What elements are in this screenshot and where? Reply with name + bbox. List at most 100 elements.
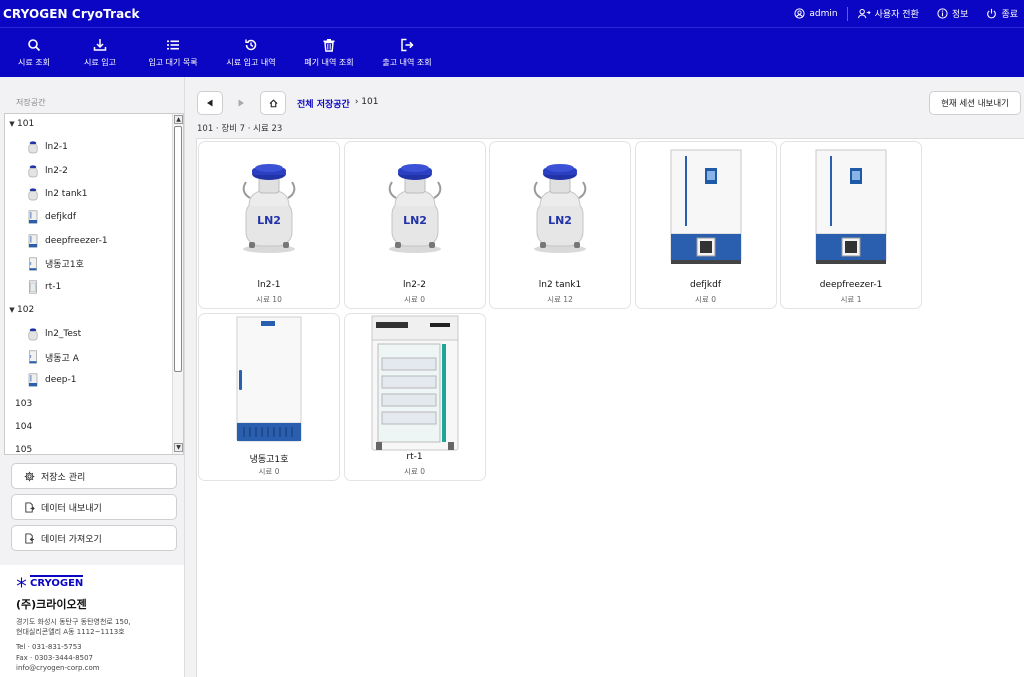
storage-manage-button[interactable]: 저장소 관리 (11, 463, 177, 489)
tree-device-node[interactable]: ln2_Test (27, 323, 81, 345)
freezer-icon (27, 350, 39, 364)
company-address: 경기도 화성시 동탄구 동탄영천로 150, 현대실리콘앨리 A동 1112~1… (16, 617, 184, 637)
disposal-history-button[interactable]: 폐기 내역 조회 (301, 28, 357, 68)
cabinet-icon (27, 280, 39, 294)
caret-down-icon[interactable]: ▼ (7, 306, 17, 314)
disposal-history-label: 폐기 내역 조회 (304, 58, 354, 67)
storage-tree: ▼ 101 ln2-1 ln2-2 ln2 tank1 defjkdf deepfreeze… (4, 113, 184, 455)
tree-device-node[interactable]: 냉동고1호 (27, 253, 84, 275)
breadcrumb-root[interactable]: 전체 저장공간 (297, 97, 350, 110)
deep-freezer-image (781, 142, 921, 274)
exit-button[interactable]: 종료 (977, 0, 1024, 27)
exit-label: 종료 (1001, 10, 1018, 20)
tree-device-node[interactable]: deep-1 (27, 369, 76, 391)
device-card[interactable]: rt-1 시료 0 (343, 313, 486, 481)
data-export-label: 데이터 내보내기 (41, 503, 102, 514)
tree-device-node[interactable]: ln2-2 (27, 160, 68, 182)
tree-device-node[interactable]: deepfreezer-1 (27, 230, 108, 252)
export-session-button[interactable]: 현재 세션 내보내기 (929, 91, 1021, 115)
tree-node-label: deep-1 (45, 375, 77, 386)
app-header: CRYOGEN CryoTrack admin 사용자 전환 정보 종료 (0, 0, 1024, 27)
device-name: 냉동고1호 (249, 455, 289, 465)
tree-room-node[interactable]: ▼ 102 (7, 299, 34, 321)
back-button[interactable] (197, 91, 223, 115)
sample-intake-label: 시료 입고 (84, 58, 116, 67)
tree-device-node[interactable]: rt-1 (27, 276, 61, 298)
device-sample-count: 시료 0 (404, 295, 425, 304)
intake-history-label: 시료 입고 내역 (226, 58, 276, 67)
switch-user-icon (857, 8, 871, 19)
freezer-icon (27, 257, 39, 271)
scroll-thumb[interactable] (174, 126, 182, 372)
tree-device-node[interactable]: ln2 tank1 (27, 183, 87, 205)
home-icon (269, 98, 277, 107)
ln2-tank-icon (27, 187, 39, 201)
logout-icon (401, 38, 414, 52)
sample-intake-button[interactable]: 시료 입고 (80, 28, 120, 68)
device-name: ln2-2 (403, 280, 426, 290)
release-history-button[interactable]: 출고 내역 조회 (379, 28, 435, 68)
home-button[interactable] (260, 91, 286, 115)
user-menu[interactable]: admin (785, 0, 846, 27)
tree-room-node[interactable]: 105 (7, 439, 33, 455)
tree-room-node[interactable]: 104 (7, 416, 32, 438)
ln2-tank-icon (27, 164, 39, 178)
address-line-2: 현대실리콘앨리 A동 1112~1113호 (16, 628, 125, 636)
device-card[interactable]: LN2 ln2-1 시료 10 (198, 141, 340, 309)
sample-search-button[interactable]: 시료 조회 (14, 28, 54, 68)
location-summary: 101 · 장비 7 · 시료 23 (197, 124, 283, 134)
user-name: admin (809, 8, 838, 19)
info-button[interactable]: 정보 (928, 0, 978, 27)
company-logo: CRYOGEN (16, 575, 184, 589)
tree-room-node[interactable]: ▼ 101 (7, 114, 34, 135)
tree-room-node[interactable]: 103 (7, 393, 32, 415)
svg-text:LN2: LN2 (403, 214, 427, 227)
device-card[interactable]: deepfreezer-1 시료 1 (780, 141, 922, 309)
tree-device-node[interactable]: ln2-1 (27, 136, 68, 158)
device-sample-count: 시료 0 (258, 467, 280, 476)
deep-freezer-image (636, 142, 776, 274)
address-line-1: 경기도 화성시 동탄구 동탄영천로 150, (16, 618, 131, 626)
scroll-up-button[interactable]: ▲ (174, 115, 183, 124)
intake-history-button[interactable]: 시료 입고 내역 (223, 28, 279, 68)
import-file-icon (25, 532, 35, 544)
freezer-image (199, 314, 339, 446)
data-export-button[interactable]: 데이터 내보내기 (11, 494, 177, 520)
pending-list-label: 입고 대기 목록 (148, 58, 198, 67)
deep-freezer-icon (27, 233, 39, 248)
storage-manage-label: 저장소 관리 (41, 472, 86, 483)
deep-freezer-icon (27, 210, 39, 224)
data-import-button[interactable]: 데이터 가져오기 (11, 525, 177, 551)
triangle-right-icon (238, 99, 244, 107)
device-sample-count: 시료 1 (840, 295, 862, 304)
device-card[interactable]: 냉동고1호시료 0 (198, 313, 340, 481)
ln2-tank-icon (27, 140, 39, 154)
tree-device-node[interactable]: 냉동고 A (27, 346, 79, 368)
switch-user-button[interactable]: 사용자 전환 (848, 0, 928, 27)
device-card[interactable]: LN2 ln2 tank1 시료 12 (489, 141, 631, 309)
tree-scrollbar[interactable]: ▲ ▼ (172, 114, 183, 454)
svg-text:LN2: LN2 (548, 214, 572, 227)
caret-down-icon[interactable]: ▼ (7, 120, 17, 128)
sample-search-label: 시료 조회 (18, 58, 50, 67)
forward-button[interactable] (228, 91, 254, 115)
power-icon (987, 8, 997, 19)
tree-device-node[interactable]: defjkdf (27, 206, 76, 228)
ln2-tank-image: LN2 (490, 142, 630, 274)
storage-title: 저장공간 (16, 98, 46, 107)
company-tel: Tel · 031-831-5753 (16, 643, 82, 651)
deep-freezer-icon (27, 373, 39, 387)
device-card[interactable]: defjkdf 시료 0 (634, 141, 777, 309)
logo-text: CRYOGEN (30, 575, 84, 589)
tree-node-label: 105 (15, 445, 33, 455)
device-name: rt-1 (406, 452, 423, 462)
tree-node-label: ln2-2 (45, 165, 68, 176)
svg-text:LN2: LN2 (257, 214, 281, 227)
pending-list-button[interactable]: 입고 대기 목록 (143, 28, 203, 68)
ln2-tank-image: LN2 (345, 142, 485, 274)
device-name: defjkdf (689, 280, 721, 290)
tree-node-label: ln2 tank1 (45, 188, 88, 199)
scroll-down-button[interactable]: ▼ (174, 443, 183, 452)
export-file-icon (25, 501, 35, 513)
device-card[interactable]: LN2 ln2-2 시료 0 (343, 141, 486, 309)
